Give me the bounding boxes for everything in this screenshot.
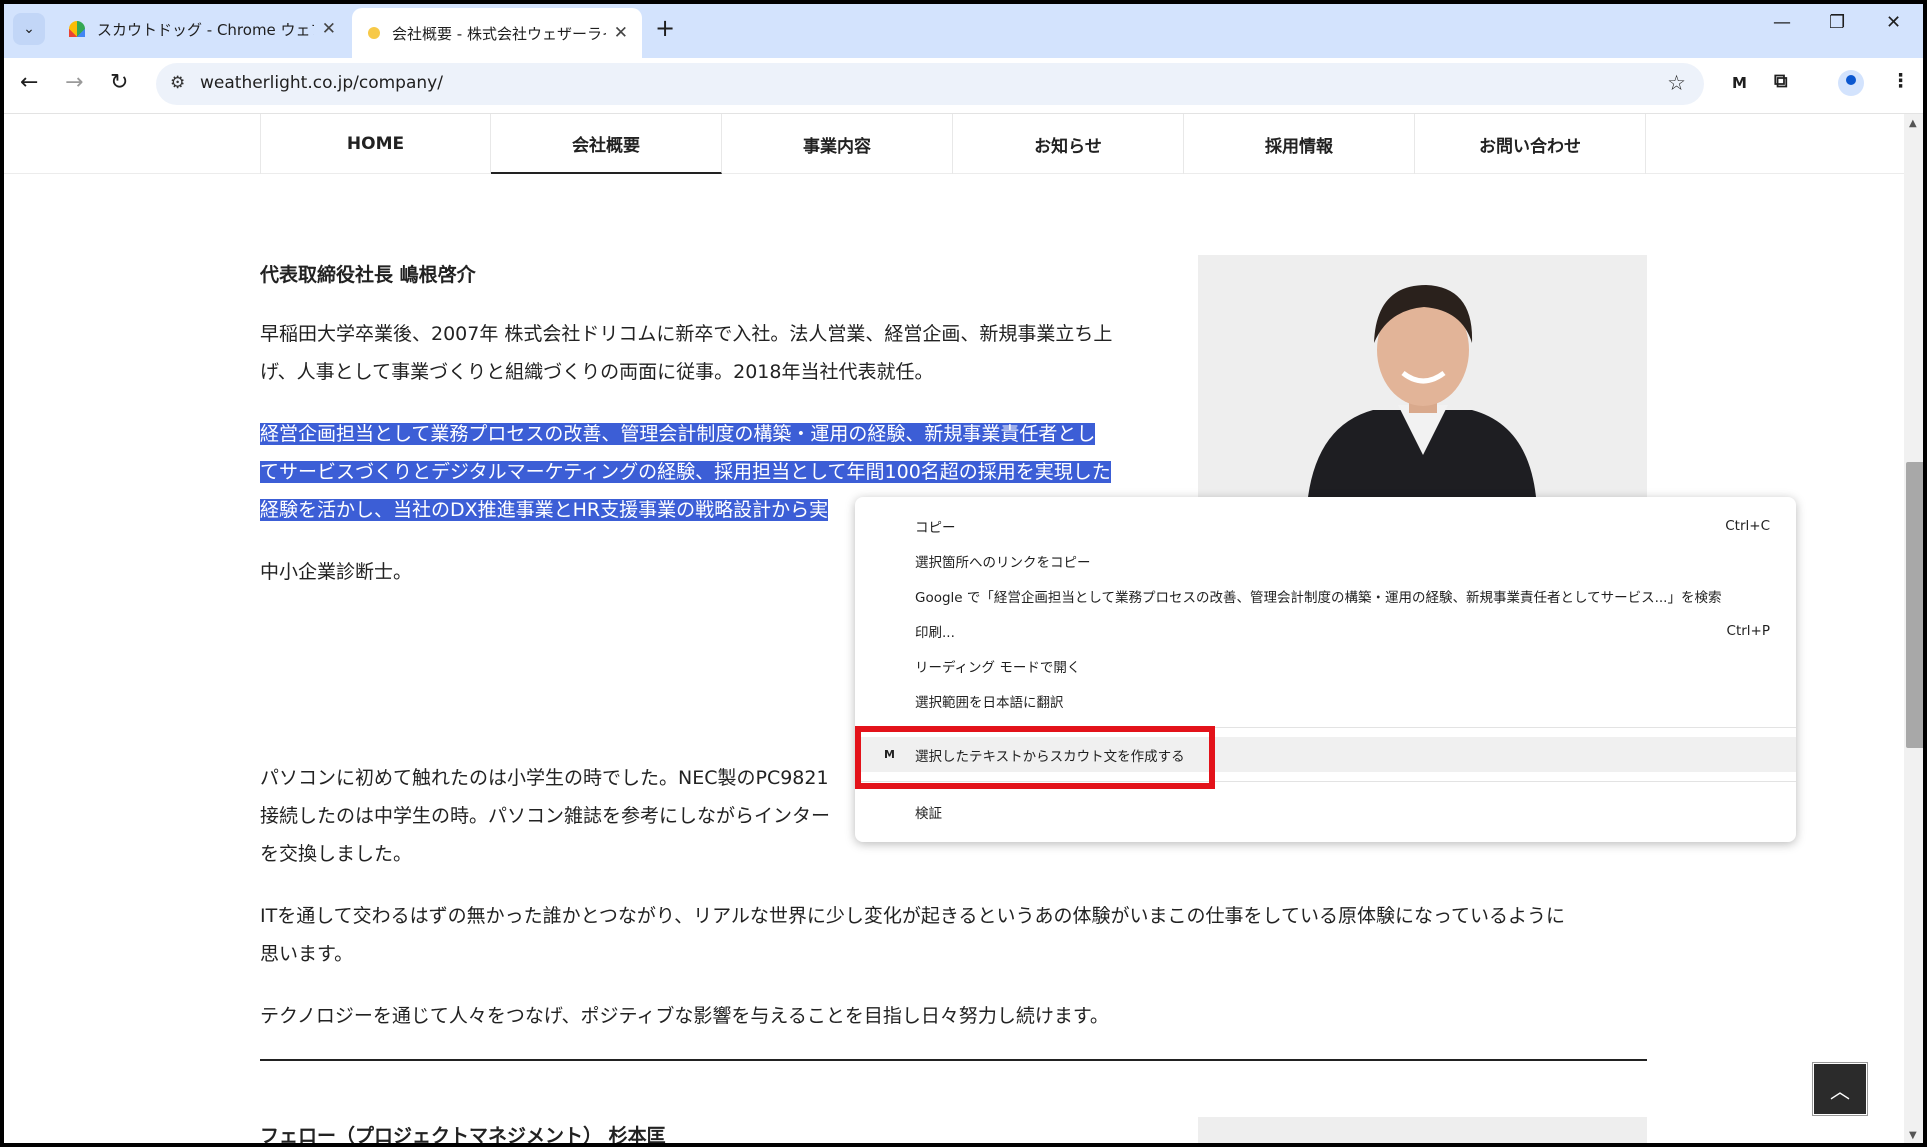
menu-item-shortcut: Ctrl+C (1725, 517, 1770, 534)
menu-item-label: 印刷... (915, 624, 955, 641)
profile-avatar-icon[interactable] (1838, 70, 1864, 96)
menu-item-label: リーディング モードで開く (915, 659, 1081, 676)
scroll-down-arrow-icon[interactable]: ▼ (1909, 1130, 1917, 1141)
back-icon[interactable]: ← (20, 70, 38, 95)
bio-line: 早稲田大学卒業後、2007年 株式会社ドリコムに新卒で入社。法人営業、経営企画、… (260, 323, 1113, 345)
extensions-puzzle-icon[interactable]: ⧉ (1774, 70, 1788, 92)
highlight-annotation-box (855, 726, 1215, 789)
selected-text-line[interactable]: 経験を活かし、当社のDX推進事業とHR支援事業の戦略設計から実 (260, 499, 829, 521)
next-profile-name: フェロー（プロジェクトマネジメント） 杉本匡 (260, 1125, 666, 1147)
selected-text-line[interactable]: 経営企画担当として業務プロセスの改善、管理会計制度の構築・運用の経験、新規事業責… (260, 423, 1096, 445)
address-bar[interactable]: ⚙ weatherlight.co.jp/company/ ☆ (156, 63, 1704, 105)
url-text[interactable]: weatherlight.co.jp/company/ (200, 73, 443, 93)
new-tab-icon[interactable]: + (655, 14, 675, 42)
reload-icon[interactable]: ↻ (110, 70, 128, 95)
profile-name: 代表取締役社長 嶋根啓介 (260, 264, 476, 286)
rainbow-favicon-icon (69, 21, 85, 37)
nav-home[interactable]: HOME (260, 114, 491, 174)
story-paragraph: パソコンに初めて触れたのは小学生の時でした。NEC製のPC9821 接続したのは… (260, 759, 830, 873)
window-close-icon[interactable]: ✕ (1886, 12, 1901, 33)
close-icon[interactable]: ✕ (614, 23, 628, 43)
nav-contact[interactable]: お問い合わせ (1415, 114, 1646, 174)
menu-item-copy[interactable]: コピー Ctrl+C (855, 508, 1796, 543)
nav-company[interactable]: 会社概要 (491, 114, 722, 174)
it-line: 思います。 (260, 943, 354, 965)
browser-toolbar: ← → ↻ ⚙ weatherlight.co.jp/company/ ☆ M … (0, 58, 1927, 114)
closing-text: テクノロジーを通じて人々をつなげ、ポジティブな影響を与えることを目指し日々努力し… (260, 1005, 1109, 1027)
tab-company[interactable]: 会社概要 - 株式会社ウェザーライト ✕ (352, 8, 642, 58)
tab-search-button[interactable]: ⌄ (13, 13, 45, 45)
scroll-up-arrow-icon[interactable]: ▲ (1909, 118, 1917, 129)
forward-icon[interactable]: → (65, 70, 83, 95)
tab-title: 会社概要 - 株式会社ウェザーライト (392, 24, 606, 43)
it-line: ITを通して交わるはずの無かった誰かとつながり、リアルな世界に少し変化が起きると… (260, 905, 1566, 927)
story-line: 接続したのは中学生の時。パソコン雑誌を参考にしながらインター (260, 805, 831, 827)
bio-paragraph: 早稲田大学卒業後、2007年 株式会社ドリコムに新卒で入社。法人営業、経営企画、… (260, 315, 1112, 391)
bio-line: げ、人事として事業づくりと組織づくりの両面に従事。2018年当社代表就任。 (260, 361, 934, 383)
menu-item-label: コピー (915, 519, 956, 536)
sun-favicon-icon (368, 27, 380, 39)
menu-item-label: 選択範囲を日本語に翻訳 (915, 694, 1064, 711)
menu-item-label: 選択箇所へのリンクをコピー (915, 554, 1091, 571)
menu-item-print[interactable]: 印刷... Ctrl+P (855, 613, 1796, 648)
scoutdog-extension-icon[interactable]: M (1732, 74, 1747, 92)
chevron-up-icon: ︿ (1830, 1078, 1850, 1103)
restore-icon[interactable]: ❐ (1829, 12, 1845, 33)
story-line: パソコンに初めて触れたのは小学生の時でした。NEC製のPC9821 (260, 767, 829, 789)
menu-dots-icon[interactable]: ⋮ (1891, 70, 1910, 92)
menu-item-translate[interactable]: 選択範囲を日本語に翻訳 (855, 683, 1796, 718)
portrait-illustration (1308, 285, 1536, 497)
fellow-portrait-photo (1198, 1117, 1647, 1147)
scrollbar-thumb[interactable] (1906, 462, 1925, 748)
menu-item-label: Google で「経営企画担当として業務プロセスの改善、管理会計制度の構築・運用… (915, 589, 1722, 606)
story-line: を交換しました。 (260, 843, 413, 865)
site-nav: HOME 会社概要 事業内容 お知らせ 採用情報 お問い合わせ (0, 114, 1904, 174)
menu-item-reading-mode[interactable]: リーディング モードで開く (855, 648, 1796, 683)
section-divider (260, 1059, 1647, 1061)
menu-item-label: 検証 (915, 805, 942, 822)
context-menu: コピー Ctrl+C 選択箇所へのリンクをコピー Google で「経営企画担当… (855, 497, 1796, 842)
ceo-portrait-photo (1198, 255, 1647, 497)
certification-text: 中小企業診断士。 (260, 561, 413, 583)
it-paragraph: ITを通して交わるはずの無かった誰かとつながり、リアルな世界に少し変化が起きると… (260, 897, 1565, 973)
nav-recruit[interactable]: 採用情報 (1184, 114, 1415, 174)
chevron-down-icon: ⌄ (23, 21, 35, 37)
back-to-top-button[interactable]: ︿ (1812, 1062, 1868, 1116)
nav-business[interactable]: 事業内容 (722, 114, 953, 174)
menu-item-shortcut: Ctrl+P (1726, 622, 1770, 639)
nav-news[interactable]: お知らせ (953, 114, 1184, 174)
menu-item-google-search[interactable]: Google で「経営企画担当として業務プロセスの改善、管理会計制度の構築・運用… (855, 578, 1796, 613)
site-info-icon[interactable]: ⚙ (170, 73, 185, 93)
menu-item-copy-link[interactable]: 選択箇所へのリンクをコピー (855, 543, 1796, 578)
tab-scoutdog[interactable]: スカウトドッグ - Chrome ウェブストア ✕ (55, 8, 350, 50)
menu-item-inspect[interactable]: 検証 (855, 794, 1796, 829)
tab-strip: ⌄ スカウトドッグ - Chrome ウェブストア ✕ 会社概要 - 株式会社ウ… (0, 0, 1927, 58)
selected-text-line[interactable]: てサービスづくりとデジタルマーケティングの経験、採用担当として年間100名超の採… (260, 461, 1111, 483)
bookmark-star-icon[interactable]: ☆ (1667, 71, 1686, 95)
tab-title: スカウトドッグ - Chrome ウェブストア (97, 20, 314, 39)
close-icon[interactable]: ✕ (322, 19, 336, 39)
minimize-icon[interactable]: — (1773, 12, 1791, 33)
